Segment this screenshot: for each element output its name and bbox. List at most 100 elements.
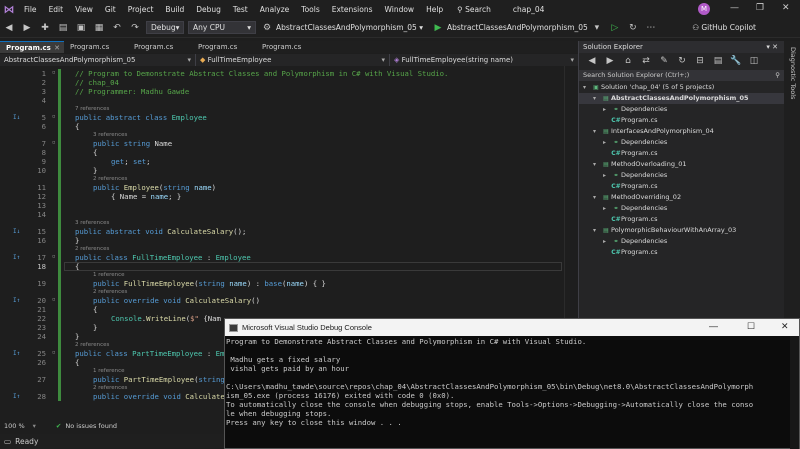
collapse-region-icon[interactable]: ▫ bbox=[52, 296, 56, 303]
tree-item-solution[interactable]: ▾ ▣ Solution 'chap_04' (5 of 5 projects) bbox=[579, 82, 784, 93]
codelens-references[interactable]: 3 references bbox=[93, 132, 127, 139]
github-copilot-button[interactable]: ⚇ GitHub Copilot bbox=[692, 23, 756, 32]
hot-reload-icon[interactable]: ↻ bbox=[626, 21, 640, 35]
codelens-references[interactable]: 1 reference bbox=[93, 272, 125, 279]
collapse-chevron-icon[interactable]: ▾ bbox=[593, 225, 601, 236]
home-icon[interactable]: ⌂ bbox=[621, 54, 635, 68]
codelens-references[interactable]: 3 references bbox=[75, 220, 109, 227]
tree-item-deps[interactable]: ▸ ⚭ Dependencies bbox=[579, 236, 784, 247]
implementation-glyph-icon[interactable]: I↑ bbox=[13, 349, 20, 358]
zoom-level[interactable]: 100 % bbox=[4, 422, 25, 430]
close-icon[interactable]: ✕ bbox=[782, 3, 790, 13]
collapse-chevron-icon[interactable]: ▾ bbox=[593, 159, 601, 170]
collapse-chevron-icon[interactable]: ▾ bbox=[593, 93, 601, 104]
collapse-region-icon[interactable]: ▫ bbox=[52, 253, 56, 260]
tab-program-cs[interactable]: Program.cs bbox=[64, 41, 128, 53]
console-close-icon[interactable]: ✕ bbox=[781, 321, 789, 332]
menu-item-window[interactable]: Window bbox=[378, 5, 420, 14]
open-file-icon[interactable]: ▤ bbox=[56, 21, 70, 35]
console-minimize-icon[interactable]: — bbox=[709, 321, 718, 331]
collapse-region-icon[interactable]: ▫ bbox=[52, 69, 56, 76]
refresh-icon[interactable]: ↻ bbox=[675, 54, 689, 68]
class-navigation-dropdown[interactable]: ◆ FullTimeEmployee ▾ bbox=[196, 54, 390, 66]
menu-item-debug[interactable]: Debug bbox=[190, 5, 227, 14]
navigate-forward-icon[interactable]: ▶ bbox=[20, 21, 34, 35]
menu-item-edit[interactable]: Edit bbox=[43, 5, 70, 14]
expand-chevron-icon[interactable]: ▸ bbox=[603, 203, 611, 214]
solution-explorer-search-input[interactable]: Search Solution Explorer (Ctrl+;) ⚲ bbox=[579, 70, 784, 81]
console-scrollbar[interactable] bbox=[790, 336, 799, 449]
issues-status[interactable]: No issues found bbox=[65, 422, 117, 430]
back-icon[interactable]: ◀ bbox=[585, 54, 599, 68]
console-title-bar[interactable]: Microsoft Visual Studio Debug Console — … bbox=[225, 319, 799, 336]
tree-item-project[interactable]: ▾ ▤ MethodOverloading_01 bbox=[579, 159, 784, 170]
expand-chevron-icon[interactable]: ▸ bbox=[603, 236, 611, 247]
menu-item-analyze[interactable]: Analyze bbox=[254, 5, 296, 14]
startup-project-dropdown[interactable]: AbstractClassesAndPolymorphism_05 ▾ bbox=[276, 23, 423, 32]
codelens-references[interactable]: 7 references bbox=[75, 106, 109, 113]
tree-item-cs[interactable]: C#Program.cs bbox=[579, 181, 784, 192]
tree-item-cs[interactable]: C#Program.cs bbox=[579, 115, 784, 126]
save-all-icon[interactable]: ▦ bbox=[92, 21, 106, 35]
collapse-all-icon[interactable]: ⊟ bbox=[693, 54, 707, 68]
forward-icon[interactable]: ▶ bbox=[603, 54, 617, 68]
menu-item-test[interactable]: Test bbox=[227, 5, 254, 14]
tree-item-cs[interactable]: C#Program.cs bbox=[579, 214, 784, 225]
codelens-references[interactable]: 2 references bbox=[75, 246, 109, 253]
tree-item-deps[interactable]: ▸ ⚭ Dependencies bbox=[579, 104, 784, 115]
run-dropdown-icon[interactable]: ▾ bbox=[590, 21, 604, 35]
tree-item-project[interactable]: ▾ ▤ PolymorphicBehaviourWithAnArray_03 bbox=[579, 225, 784, 236]
tree-item-deps[interactable]: ▸ ⚭ Dependencies bbox=[579, 137, 784, 148]
collapse-region-icon[interactable]: ▫ bbox=[52, 139, 56, 146]
preview-icon[interactable]: ◫ bbox=[747, 54, 761, 68]
navigate-back-icon[interactable]: ◀ bbox=[2, 21, 16, 35]
zoom-dropdown-icon[interactable]: ▾ bbox=[33, 422, 36, 430]
restore-icon[interactable]: ❐ bbox=[756, 3, 764, 13]
sync-icon[interactable]: ⇄ bbox=[639, 54, 653, 68]
menu-item-extensions[interactable]: Extensions bbox=[326, 5, 379, 14]
search-button[interactable]: ⚲ Search bbox=[457, 5, 491, 14]
tree-item-cs[interactable]: C#Program.cs bbox=[579, 148, 784, 159]
tab-program-cs[interactable]: Program.cs ✕ bbox=[0, 41, 64, 53]
start-debugging-icon[interactable]: ▶ bbox=[431, 21, 445, 35]
new-project-icon[interactable]: ✚ bbox=[38, 21, 52, 35]
menu-item-file[interactable]: File bbox=[18, 5, 43, 14]
show-all-files-icon[interactable]: ▤ bbox=[711, 54, 725, 68]
expand-chevron-icon[interactable]: ▸ bbox=[603, 170, 611, 181]
collapse-region-icon[interactable]: ▫ bbox=[52, 113, 56, 120]
minimize-icon[interactable]: — bbox=[730, 3, 739, 13]
implementation-glyph-icon[interactable]: I↑ bbox=[13, 296, 20, 305]
debug-console-window[interactable]: Microsoft Visual Studio Debug Console — … bbox=[224, 318, 800, 449]
implementation-glyph-icon[interactable]: I↓ bbox=[13, 113, 20, 122]
codelens-references[interactable]: 1 reference bbox=[93, 368, 125, 375]
pending-changes-icon[interactable]: ✎ bbox=[657, 54, 671, 68]
member-navigation-dropdown[interactable]: ◈ FullTimeEmployee(string name) ▾ bbox=[390, 54, 578, 66]
collapse-region-icon[interactable]: ▫ bbox=[52, 349, 56, 356]
expand-chevron-icon[interactable]: ▸ bbox=[603, 137, 611, 148]
console-output[interactable]: Program to Demonstrate Abstract Classes … bbox=[225, 336, 799, 449]
tree-item-cs[interactable]: C#Program.cs bbox=[579, 247, 784, 258]
expand-chevron-icon[interactable]: ▸ bbox=[603, 104, 611, 115]
menu-item-tools[interactable]: Tools bbox=[295, 5, 325, 14]
undo-icon[interactable]: ↶ bbox=[110, 21, 124, 35]
codelens-references[interactable]: 2 references bbox=[93, 176, 127, 183]
tab-program-cs[interactable]: Program.cs bbox=[128, 41, 192, 53]
console-maximize-icon[interactable]: ☐ bbox=[747, 321, 755, 332]
redo-icon[interactable]: ↷ bbox=[128, 21, 142, 35]
implementation-glyph-icon[interactable]: I↓ bbox=[13, 227, 20, 236]
tree-item-project[interactable]: ▾ ▤ MethodOverriding_02 bbox=[579, 192, 784, 203]
implementation-glyph-icon[interactable]: I↑ bbox=[13, 253, 20, 262]
codelens-references[interactable]: 2 references bbox=[93, 385, 127, 392]
avatar[interactable]: M bbox=[698, 3, 710, 15]
menu-item-project[interactable]: Project bbox=[122, 5, 160, 14]
start-without-debugging-icon[interactable]: ▷ bbox=[608, 21, 622, 35]
tab-program-cs[interactable]: Program.cs bbox=[192, 41, 256, 53]
tree-item-project[interactable]: ▾ ▤ AbstractClassesAndPolymorphism_05 bbox=[579, 93, 784, 104]
menu-item-git[interactable]: Git bbox=[99, 5, 122, 14]
codelens-references[interactable]: 2 references bbox=[75, 342, 109, 349]
tab-program-cs[interactable]: Program.cs bbox=[256, 41, 320, 53]
toolbar-extra-icon[interactable]: ⋯ bbox=[644, 21, 658, 35]
collapse-chevron-icon[interactable]: ▾ bbox=[583, 82, 591, 93]
project-navigation-dropdown[interactable]: AbstractClassesAndPolymorphism_05 ▾ bbox=[0, 54, 196, 66]
codelens-references[interactable]: 2 references bbox=[93, 289, 127, 296]
